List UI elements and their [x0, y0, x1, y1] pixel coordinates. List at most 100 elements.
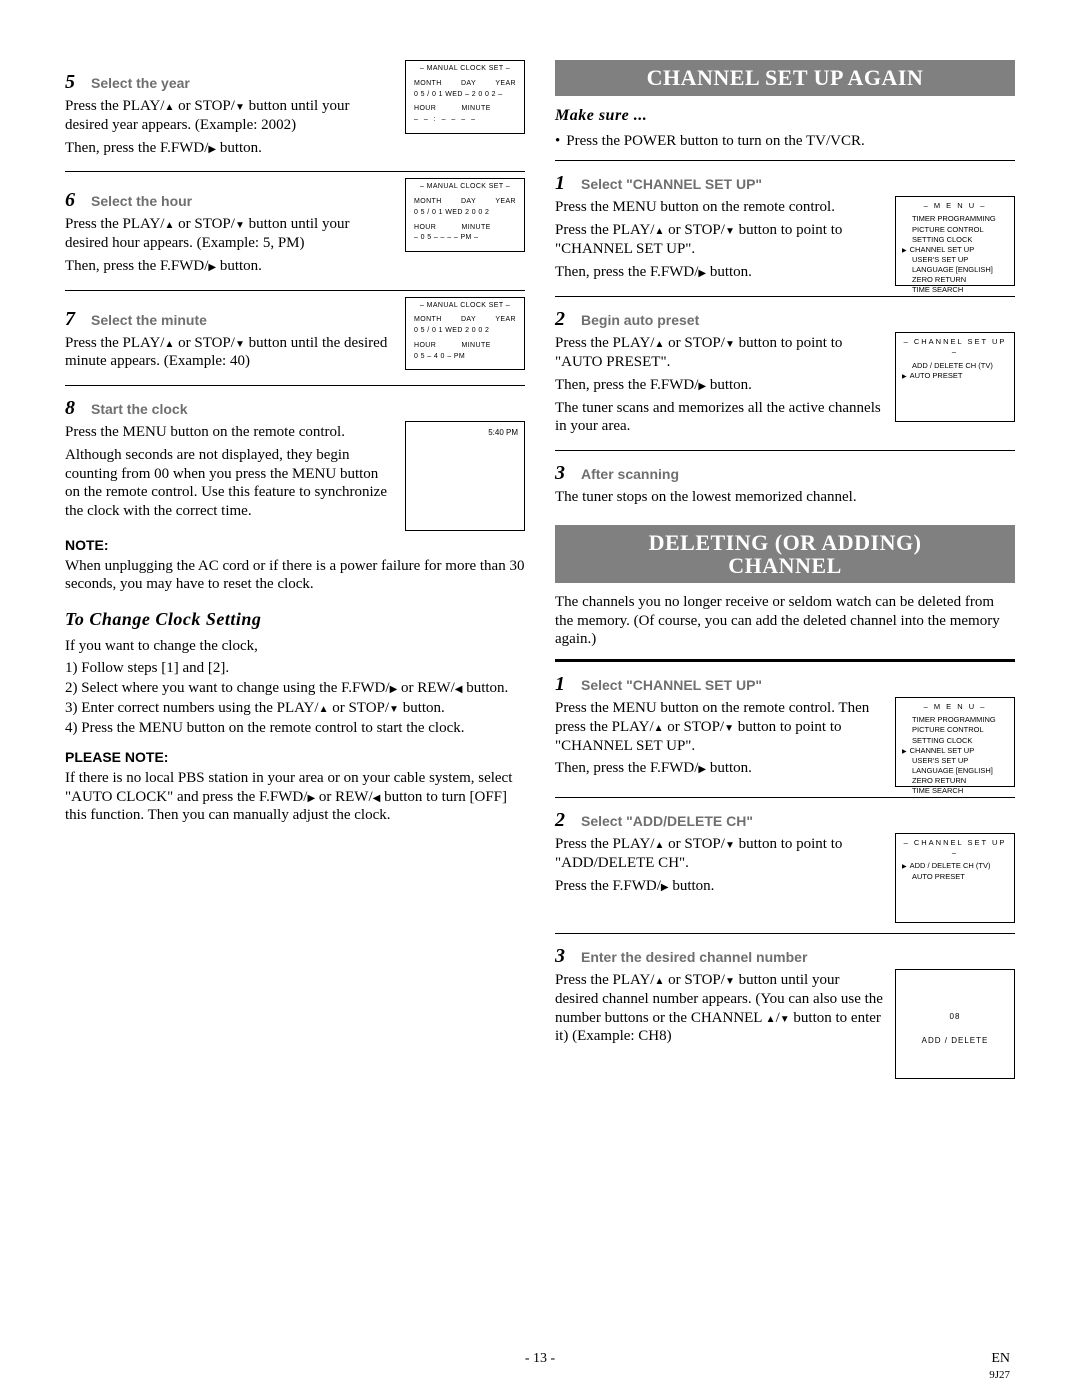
- d2-number: 2: [555, 808, 573, 833]
- change-step-3: 3) Enter correct numbers using the PLAY/…: [65, 699, 525, 718]
- step-8-number: 8: [65, 396, 83, 421]
- menu-item: AUTO PRESET: [902, 872, 1008, 882]
- stop-down-icon: ▼: [235, 221, 245, 231]
- step-7-lcd: – MANUAL CLOCK SET – MONTHDAYYEAR 0 5 / …: [405, 297, 525, 371]
- c1-text-1: Press the MENU button on the remote cont…: [555, 198, 885, 217]
- d2-menu-lcd: – CHANNEL SET UP – ADD / DELETE CH (TV)A…: [895, 833, 1015, 923]
- d3-text: Press the PLAY/▲ or STOP/▼ button until …: [555, 971, 885, 1046]
- menu-item: USER'S SET UP: [902, 255, 1008, 265]
- step-8-text-1: Press the MENU button on the remote cont…: [65, 423, 395, 442]
- stop-down-icon: ▼: [725, 841, 735, 851]
- menu-item: TIMER PROGRAMMING: [902, 214, 1008, 224]
- stop-down-icon: ▼: [724, 724, 734, 734]
- thick-divider: [555, 659, 1015, 662]
- page: 5 Select the year Press the PLAY/▲ or ST…: [0, 0, 1080, 1397]
- ffwd-right-icon: ▶: [208, 263, 216, 273]
- d2-title: Select "ADD/DELETE CH": [581, 813, 753, 831]
- menu-item: ADD / DELETE CH (TV): [902, 861, 1008, 871]
- stop-down-icon: ▼: [725, 340, 735, 350]
- please-note-body: If there is no local PBS station in your…: [65, 769, 525, 825]
- channel-down-icon: ▼: [780, 1015, 790, 1025]
- step-6-row: 6 Select the hour Press the PLAY/▲ or STO…: [65, 178, 525, 279]
- c2-number: 2: [555, 307, 573, 332]
- d1-title: Select "CHANNEL SET UP": [581, 677, 762, 695]
- menu-item: CHANNEL SET UP: [902, 746, 1008, 756]
- d1-number: 1: [555, 672, 573, 697]
- change-intro: If you want to change the clock,: [65, 637, 525, 656]
- step-6-number: 6: [65, 188, 83, 213]
- delete-intro: The channels you no longer receive or se…: [555, 593, 1015, 649]
- step-6-text-2: Then, press the F.FWD/▶ button.: [65, 257, 395, 276]
- two-columns: 5 Select the year Press the PLAY/▲ or ST…: [65, 60, 1015, 1079]
- right-column: CHANNEL SET UP AGAIN Make sure ... Press…: [555, 60, 1015, 1079]
- change-step-1: 1) Follow steps [1] and [2].: [65, 659, 525, 678]
- step-5-number: 5: [65, 70, 83, 95]
- menu-item: CHANNEL SET UP: [902, 245, 1008, 255]
- divider: [555, 450, 1015, 451]
- step-5-row: 5 Select the year Press the PLAY/▲ or ST…: [65, 60, 525, 161]
- divider: [555, 797, 1015, 798]
- section-bar-channel-setup: CHANNEL SET UP AGAIN: [555, 60, 1015, 96]
- step-5-text-1: Press the PLAY/▲ or STOP/▼ button until …: [65, 97, 395, 135]
- c3-title: After scanning: [581, 466, 679, 484]
- lcd-title: – MANUAL CLOCK SET –: [411, 65, 519, 74]
- d3-lcd: 08 ADD / DELETE: [895, 969, 1015, 1079]
- play-up-icon: ▲: [654, 841, 664, 851]
- d1-row: Press the MENU button on the remote cont…: [555, 697, 1015, 787]
- step-5-text-2: Then, press the F.FWD/▶ button.: [65, 139, 395, 158]
- menu-item: PICTURE CONTROL: [902, 225, 1008, 235]
- c3-text: The tuner stops on the lowest memorized …: [555, 488, 1015, 507]
- play-up-icon: ▲: [164, 340, 174, 350]
- step-7-text-1: Press the PLAY/▲ or STOP/▼ button until …: [65, 334, 395, 372]
- change-clock-heading: To Change Clock Setting: [65, 608, 525, 631]
- menu-item: AUTO PRESET: [902, 371, 1008, 381]
- play-up-icon: ▲: [654, 227, 664, 237]
- menu-item: LANGUAGE [ENGLISH]: [902, 265, 1008, 275]
- note-heading: NOTE:: [65, 537, 525, 555]
- divider: [555, 296, 1015, 297]
- make-sure-bullet: Press the POWER button to turn on the TV…: [555, 132, 1015, 151]
- step-6-title: Select the hour: [91, 193, 192, 211]
- play-up-icon: ▲: [654, 977, 664, 987]
- lcd-time: 5:40 PM: [488, 428, 518, 438]
- step-7-row: 7Select the minute Press the PLAY/▲ or S…: [65, 297, 525, 376]
- d1-text-1: Press the MENU button on the remote cont…: [555, 699, 885, 755]
- please-note-heading: PLEASE NOTE:: [65, 749, 525, 767]
- stop-down-icon: ▼: [235, 340, 245, 350]
- menu-item: SETTING CLOCK: [902, 736, 1008, 746]
- c2-menu-lcd: – CHANNEL SET UP – ADD / DELETE CH (TV)A…: [895, 332, 1015, 422]
- menu-item: TIMER PROGRAMMING: [902, 715, 1008, 725]
- c1-menu-lcd: – M E N U – TIMER PROGRAMMINGPICTURE CON…: [895, 196, 1015, 286]
- play-up-icon: ▲: [164, 221, 174, 231]
- page-code: 9J27: [989, 1369, 1010, 1383]
- play-up-icon: ▲: [654, 340, 664, 350]
- change-step-4: 4) Press the MENU button on the remote c…: [65, 719, 525, 738]
- c2-text-2: Then, press the F.FWD/▶ button.: [555, 376, 885, 395]
- menu-item: TIME SEARCH: [902, 285, 1008, 295]
- page-language: EN: [991, 1350, 1010, 1368]
- c1-row: Press the MENU button on the remote cont…: [555, 196, 1015, 286]
- make-sure-heading: Make sure ...: [555, 106, 1015, 126]
- step-8-lcd: 5:40 PM: [405, 421, 525, 531]
- menu-item: ADD / DELETE CH (TV): [902, 361, 1008, 371]
- step-6-text-1: Press the PLAY/▲ or STOP/▼ button until …: [65, 215, 395, 253]
- menu-item: ZERO RETURN: [902, 776, 1008, 786]
- menu-item: LANGUAGE [ENGLISH]: [902, 766, 1008, 776]
- stop-down-icon: ▼: [235, 103, 245, 113]
- divider: [65, 290, 525, 291]
- stop-down-icon: ▼: [725, 977, 735, 987]
- d3-row: Press the PLAY/▲ or STOP/▼ button until …: [555, 969, 1015, 1079]
- c1-text-2: Press the PLAY/▲ or STOP/▼ button to poi…: [555, 221, 885, 259]
- d2-row: Press the PLAY/▲ or STOP/▼ button to poi…: [555, 833, 1015, 923]
- step-7-title: Select the minute: [91, 312, 207, 330]
- ffwd-right-icon: ▶: [208, 145, 216, 155]
- d3-channel-number: 08: [902, 1012, 1008, 1022]
- ffwd-right-icon: ▶: [307, 794, 315, 804]
- d3-number: 3: [555, 944, 573, 969]
- change-steps-list: 1) Follow steps [1] and [2]. 2) Select w…: [65, 659, 525, 737]
- d1-text-2: Then, press the F.FWD/▶ button.: [555, 759, 885, 778]
- step-8-row: Press the MENU button on the remote cont…: [65, 421, 525, 531]
- menu-item: USER'S SET UP: [902, 756, 1008, 766]
- stop-down-icon: ▼: [389, 705, 399, 715]
- d3-title: Enter the desired channel number: [581, 949, 807, 967]
